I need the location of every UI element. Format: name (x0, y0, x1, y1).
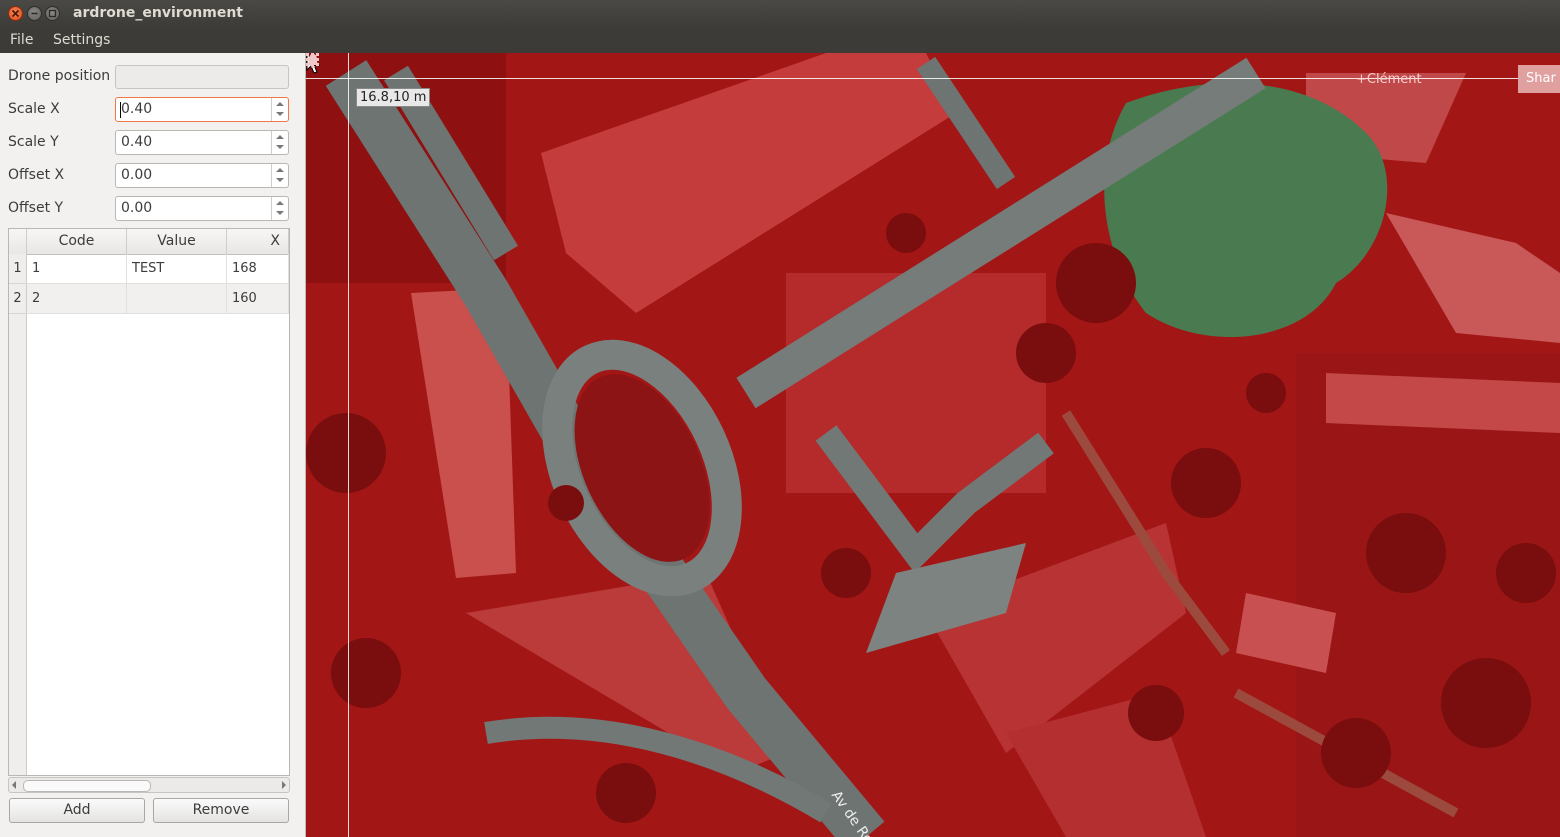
close-icon (11, 9, 20, 18)
minimize-icon (31, 12, 38, 15)
remove-button[interactable]: Remove (153, 798, 289, 823)
markers-table[interactable]: Code Value X 1 1 TEST 168 2 2 160 (8, 228, 290, 776)
share-button[interactable]: Shar (1518, 65, 1560, 93)
window-title: ardrone_environment (73, 5, 243, 21)
scroll-left-icon[interactable] (12, 781, 16, 789)
maximize-window-button[interactable] (45, 6, 60, 21)
map-view[interactable]: 16.8,10 m +Clément Shar Av de Ro (306, 53, 1560, 837)
spin-up-icon[interactable] (276, 168, 284, 172)
scale-y-spinbox[interactable] (115, 130, 289, 155)
drone-position-label: Drone position (8, 68, 111, 84)
table-header: Code Value X (9, 229, 289, 255)
table-cell-value[interactable]: TEST (127, 254, 227, 284)
scale-x-stepper[interactable] (271, 98, 288, 121)
scale-x-spinbox[interactable] (115, 97, 289, 122)
column-header-value[interactable]: Value (127, 229, 227, 254)
table-cell-code[interactable]: 2 (27, 284, 127, 314)
table-cell-x[interactable]: 168 (227, 254, 289, 284)
spin-up-icon[interactable] (276, 135, 284, 139)
offset-y-stepper[interactable] (271, 197, 288, 220)
spin-down-icon[interactable] (276, 211, 284, 215)
menu-settings[interactable]: Settings (53, 32, 110, 48)
column-header-code[interactable]: Code (27, 229, 127, 254)
row-header[interactable]: 1 (9, 254, 27, 284)
spin-down-icon[interactable] (276, 145, 284, 149)
spin-up-icon[interactable] (276, 201, 284, 205)
title-bar: ardrone_environment (0, 0, 1560, 28)
menu-bar: File Settings (0, 28, 1560, 53)
satellite-map-image (306, 53, 1560, 837)
spin-down-icon[interactable] (276, 112, 284, 116)
map-user-name[interactable]: +Clément (1356, 72, 1422, 87)
scale-x-input[interactable] (121, 101, 269, 117)
maximize-icon (48, 9, 57, 18)
scale-x-label: Scale X (8, 101, 60, 117)
scale-y-label: Scale Y (8, 134, 59, 150)
cursor-crosshair-vertical (348, 53, 349, 837)
menu-file[interactable]: File (10, 32, 33, 48)
offset-y-spinbox[interactable] (115, 196, 289, 221)
offset-x-label: Offset X (8, 167, 65, 183)
table-cell-x[interactable]: 160 (227, 284, 289, 314)
add-button[interactable]: Add (9, 798, 145, 823)
spin-up-icon[interactable] (276, 102, 284, 106)
drone-position-field (115, 65, 289, 89)
row-header-column (9, 254, 27, 775)
scroll-right-icon[interactable] (282, 781, 286, 789)
scale-y-input[interactable] (121, 134, 269, 150)
table-cell-code[interactable]: 1 (27, 254, 127, 284)
offset-x-spinbox[interactable] (115, 163, 289, 188)
corner-button[interactable] (9, 229, 27, 254)
text-caret (120, 102, 121, 118)
scrollbar-thumb[interactable] (23, 780, 151, 792)
spin-down-icon[interactable] (276, 178, 284, 182)
notification-bell-icon[interactable] (306, 53, 320, 69)
table-cell-value[interactable] (127, 284, 227, 314)
column-header-x[interactable]: X (227, 229, 289, 254)
minimize-window-button[interactable] (27, 6, 42, 21)
table-horizontal-scrollbar[interactable] (8, 777, 290, 793)
coordinate-tooltip: 16.8,10 m (356, 88, 431, 107)
offset-x-input[interactable] (121, 167, 269, 183)
close-window-button[interactable] (8, 6, 23, 21)
control-panel: Drone position Scale X Scale Y Offset X … (0, 53, 306, 837)
offset-y-input[interactable] (121, 200, 269, 216)
offset-x-stepper[interactable] (271, 164, 288, 187)
offset-y-label: Offset Y (8, 200, 64, 216)
scale-y-stepper[interactable] (271, 131, 288, 154)
row-header[interactable]: 2 (9, 284, 27, 314)
